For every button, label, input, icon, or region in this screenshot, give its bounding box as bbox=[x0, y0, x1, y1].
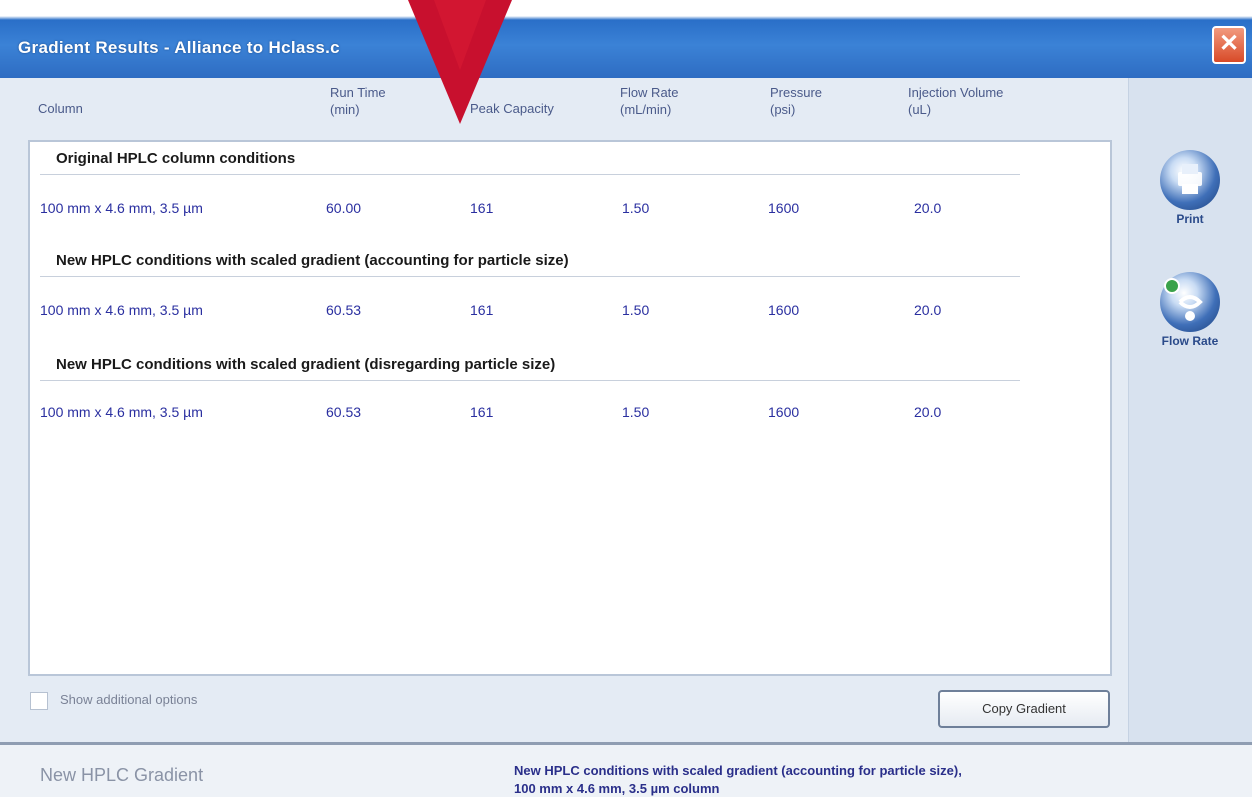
print-icon bbox=[1160, 150, 1220, 210]
section-divider bbox=[40, 276, 1020, 277]
flow-rate-button[interactable]: Flow Rate bbox=[1140, 272, 1240, 348]
status-description: New HPLC conditions with scaled gradient… bbox=[514, 763, 962, 778]
cell-run-time: 60.53 bbox=[326, 302, 362, 318]
close-button[interactable]: ✕ bbox=[1212, 26, 1246, 64]
red-arrow-annotation bbox=[408, 0, 512, 124]
column-header-flow-rate-label: Flow Rate bbox=[620, 85, 679, 100]
window-titlebar: Gradient Results - Alliance to Hclass.c … bbox=[0, 0, 1252, 78]
cell-column: 100 mm x 4.6 mm, 3.5 µm bbox=[40, 404, 203, 420]
section-title-scaled-accounting: New HPLC conditions with scaled gradient… bbox=[56, 252, 569, 269]
status-strip: New HPLC Gradient New HPLC conditions wi… bbox=[0, 742, 1252, 797]
window-title: Gradient Results - Alliance to Hclass.c bbox=[18, 38, 340, 57]
column-header-injection-volume: Injection Volume (uL) bbox=[908, 84, 1003, 118]
section-title-scaled-disregarding: New HPLC conditions with scaled gradient… bbox=[56, 356, 556, 373]
column-header-column: Column bbox=[38, 100, 83, 117]
cell-pressure: 1600 bbox=[768, 404, 800, 420]
cell-injection-volume: 20.0 bbox=[914, 200, 942, 216]
cell-injection-volume: 20.0 bbox=[914, 404, 942, 420]
cell-flow-rate: 1.50 bbox=[622, 404, 650, 420]
cell-pressure: 1600 bbox=[768, 200, 800, 216]
column-header-pressure-unit: (psi) bbox=[770, 102, 796, 117]
cell-column: 100 mm x 4.6 mm, 3.5 µm bbox=[40, 200, 203, 216]
cell-peak-capacity: 161 bbox=[470, 404, 494, 420]
section-title-original: Original HPLC column conditions bbox=[56, 150, 296, 167]
cell-peak-capacity: 161 bbox=[470, 302, 494, 318]
flow-rate-button-label: Flow Rate bbox=[1161, 334, 1219, 348]
show-additional-options-checkbox[interactable] bbox=[30, 692, 48, 710]
column-header-injection-volume-unit: (uL) bbox=[908, 102, 932, 117]
show-additional-options-label: Show additional options bbox=[60, 692, 198, 707]
section-divider bbox=[40, 174, 1020, 175]
cell-peak-capacity: 161 bbox=[470, 200, 494, 216]
column-header-injection-volume-label: Injection Volume bbox=[908, 85, 1004, 100]
column-header-run-time-label: Run Time bbox=[330, 85, 386, 100]
column-header-row: Column Run Time (min) Peak Capacity Flow… bbox=[0, 78, 1128, 138]
flow-rate-icon bbox=[1160, 272, 1220, 332]
column-header-pressure: Pressure (psi) bbox=[770, 84, 822, 118]
cell-pressure: 1600 bbox=[768, 302, 800, 318]
status-title: New HPLC Gradient bbox=[40, 765, 204, 785]
column-header-run-time: Run Time (min) bbox=[330, 84, 386, 118]
cell-injection-volume: 20.0 bbox=[914, 302, 942, 318]
cell-run-time: 60.00 bbox=[326, 200, 362, 216]
copy-gradient-button[interactable]: Copy Gradient bbox=[938, 690, 1110, 728]
column-header-column-label: Column bbox=[38, 101, 83, 116]
cell-column: 100 mm x 4.6 mm, 3.5 µm bbox=[40, 302, 203, 318]
column-header-run-time-unit: (min) bbox=[330, 102, 360, 117]
column-header-flow-rate-unit: (mL/min) bbox=[620, 102, 672, 117]
print-button-label: Print bbox=[1176, 212, 1204, 226]
print-button[interactable]: Print bbox=[1150, 150, 1230, 226]
column-header-flow-rate: Flow Rate (mL/min) bbox=[620, 84, 679, 118]
cell-flow-rate: 1.50 bbox=[622, 302, 650, 318]
cell-run-time: 60.53 bbox=[326, 404, 362, 420]
cell-flow-rate: 1.50 bbox=[622, 200, 650, 216]
column-header-pressure-label: Pressure bbox=[770, 85, 823, 100]
section-divider bbox=[40, 380, 1020, 381]
